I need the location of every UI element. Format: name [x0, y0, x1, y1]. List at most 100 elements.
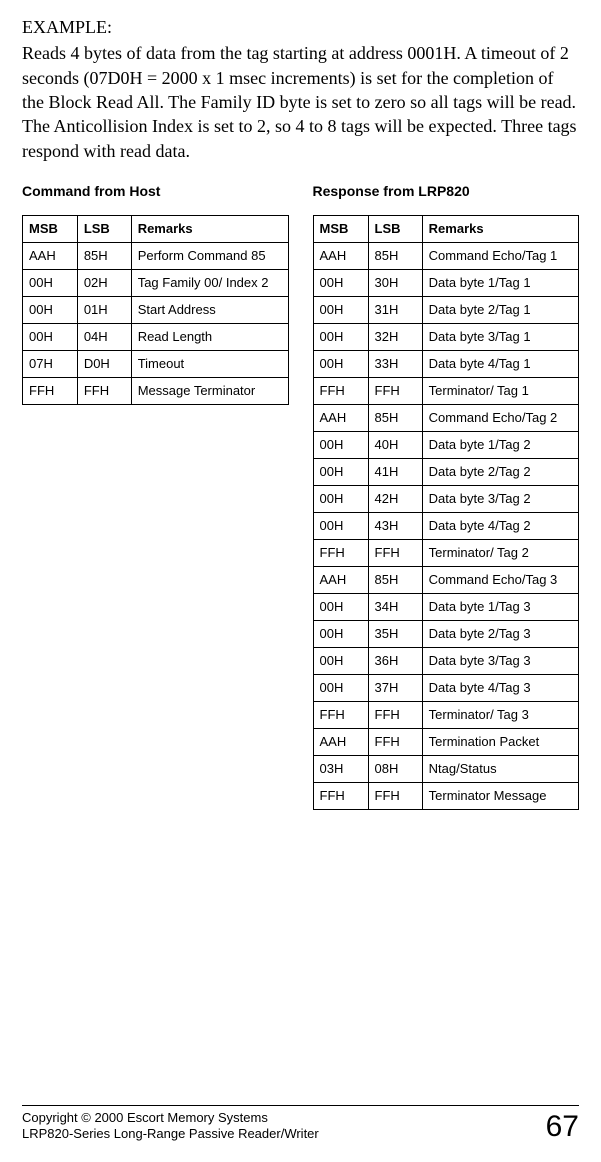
cell-lsb: D0H [77, 350, 131, 377]
cell-msb: AAH [313, 566, 368, 593]
footer-left: Copyright © 2000 Escort Memory Systems L… [22, 1110, 319, 1143]
cell-remarks: Data byte 3/Tag 1 [422, 323, 578, 350]
cell-msb: 00H [313, 458, 368, 485]
tables-row: Command from Host MSB LSB Remarks AAH85H… [22, 181, 579, 810]
table-row: 00H43HData byte 4/Tag 2 [313, 512, 579, 539]
cell-msb: FFH [23, 377, 78, 404]
cell-msb: 00H [313, 431, 368, 458]
cell-lsb: FFH [368, 701, 422, 728]
cell-lsb: 42H [368, 485, 422, 512]
cell-remarks: Perform Command 85 [131, 242, 288, 269]
cell-remarks: Timeout [131, 350, 288, 377]
cell-remarks: Data byte 2/Tag 2 [422, 458, 578, 485]
table-row: 00H34HData byte 1/Tag 3 [313, 593, 579, 620]
host-table: MSB LSB Remarks AAH85HPerform Command 85… [22, 215, 289, 405]
cell-msb: FFH [313, 701, 368, 728]
table-row: AAH85HCommand Echo/Tag 3 [313, 566, 579, 593]
table-row: AAH85HCommand Echo/Tag 1 [313, 242, 579, 269]
cell-msb: 00H [313, 269, 368, 296]
cell-lsb: 02H [77, 269, 131, 296]
cell-msb: 00H [313, 323, 368, 350]
cell-lsb: FFH [77, 377, 131, 404]
footer-copyright: Copyright © 2000 Escort Memory Systems [22, 1110, 268, 1125]
cell-msb: AAH [23, 242, 78, 269]
cell-lsb: 30H [368, 269, 422, 296]
cell-remarks: Data byte 4/Tag 2 [422, 512, 578, 539]
cell-remarks: Data byte 2/Tag 1 [422, 296, 578, 323]
cell-lsb: 41H [368, 458, 422, 485]
cell-msb: 00H [23, 323, 78, 350]
cell-lsb: 34H [368, 593, 422, 620]
table-row: FFHFFHMessage Terminator [23, 377, 289, 404]
cell-msb: 00H [313, 512, 368, 539]
cell-remarks: Data byte 1/Tag 1 [422, 269, 578, 296]
cell-msb: AAH [313, 728, 368, 755]
cell-msb: 00H [313, 485, 368, 512]
table-row: AAH85HPerform Command 85 [23, 242, 289, 269]
cell-remarks: Data byte 4/Tag 3 [422, 674, 578, 701]
table-row: AAH85HCommand Echo/Tag 2 [313, 404, 579, 431]
table-row: FFHFFHTerminator Message [313, 782, 579, 809]
cell-lsb: 85H [368, 242, 422, 269]
header-msb: MSB [23, 215, 78, 242]
table-row: 07HD0HTimeout [23, 350, 289, 377]
table-row: 00H42HData byte 3/Tag 2 [313, 485, 579, 512]
cell-lsb: 37H [368, 674, 422, 701]
example-body: Reads 4 bytes of data from the tag start… [22, 41, 579, 162]
cell-lsb: 36H [368, 647, 422, 674]
cell-remarks: Command Echo/Tag 1 [422, 242, 578, 269]
header-remarks: Remarks [422, 215, 578, 242]
table-row: 00H04HRead Length [23, 323, 289, 350]
host-table-title: Command from Host [22, 183, 289, 199]
cell-lsb: 85H [368, 404, 422, 431]
table-row: 00H33HData byte 4/Tag 1 [313, 350, 579, 377]
cell-remarks: Termination Packet [422, 728, 578, 755]
cell-lsb: 35H [368, 620, 422, 647]
table-row: 00H36HData byte 3/Tag 3 [313, 647, 579, 674]
header-lsb: LSB [77, 215, 131, 242]
table-row: 00H32HData byte 3/Tag 1 [313, 323, 579, 350]
cell-remarks: Data byte 1/Tag 2 [422, 431, 578, 458]
cell-msb: 00H [23, 296, 78, 323]
cell-remarks: Terminator Message [422, 782, 578, 809]
cell-msb: 07H [23, 350, 78, 377]
cell-msb: 00H [313, 593, 368, 620]
cell-msb: 00H [23, 269, 78, 296]
cell-msb: 00H [313, 350, 368, 377]
table-row: 00H02HTag Family 00/ Index 2 [23, 269, 289, 296]
table-row: 00H31HData byte 2/Tag 1 [313, 296, 579, 323]
table-row: FFHFFHTerminator/ Tag 3 [313, 701, 579, 728]
cell-msb: FFH [313, 539, 368, 566]
cell-msb: AAH [313, 404, 368, 431]
page-footer: Copyright © 2000 Escort Memory Systems L… [22, 1105, 579, 1143]
cell-lsb: 31H [368, 296, 422, 323]
cell-msb: 00H [313, 647, 368, 674]
cell-remarks: Message Terminator [131, 377, 288, 404]
cell-lsb: 01H [77, 296, 131, 323]
table-row: AAHFFHTermination Packet [313, 728, 579, 755]
example-label: EXAMPLE: [22, 16, 579, 39]
table-row: 00H41HData byte 2/Tag 2 [313, 458, 579, 485]
footer-product: LRP820-Series Long-Range Passive Reader/… [22, 1126, 319, 1141]
response-table-title: Response from LRP820 [313, 183, 580, 199]
cell-remarks: Read Length [131, 323, 288, 350]
cell-remarks: Data byte 3/Tag 2 [422, 485, 578, 512]
cell-lsb: 33H [368, 350, 422, 377]
cell-lsb: 32H [368, 323, 422, 350]
header-lsb: LSB [368, 215, 422, 242]
cell-remarks: Ntag/Status [422, 755, 578, 782]
cell-remarks: Data byte 3/Tag 3 [422, 647, 578, 674]
cell-msb: 03H [313, 755, 368, 782]
cell-lsb: 04H [77, 323, 131, 350]
response-table: MSB LSB Remarks AAH85HCommand Echo/Tag 1… [313, 215, 580, 810]
cell-lsb: 43H [368, 512, 422, 539]
table-row: 00H30HData byte 1/Tag 1 [313, 269, 579, 296]
table-header-row: MSB LSB Remarks [23, 215, 289, 242]
cell-lsb: FFH [368, 728, 422, 755]
cell-msb: 00H [313, 674, 368, 701]
table-row: FFHFFHTerminator/ Tag 1 [313, 377, 579, 404]
footer-page-number: 67 [546, 1112, 579, 1142]
table-row: 00H40HData byte 1/Tag 2 [313, 431, 579, 458]
response-table-block: Response from LRP820 MSB LSB Remarks AAH… [313, 181, 580, 810]
table-row: FFHFFHTerminator/ Tag 2 [313, 539, 579, 566]
